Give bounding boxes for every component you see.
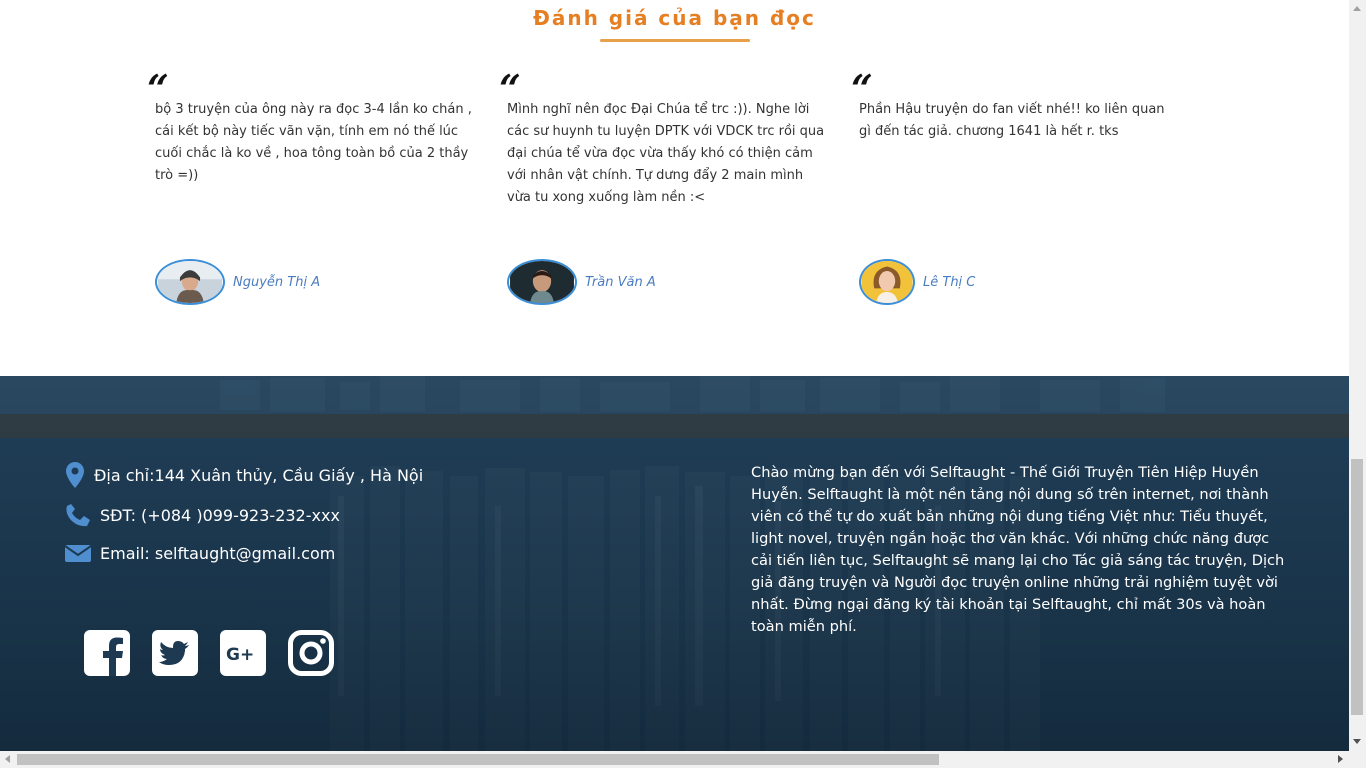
scroll-right-icon[interactable] bbox=[1338, 755, 1343, 763]
horizontal-scroll-thumb[interactable] bbox=[17, 754, 939, 765]
review-card: “ Phần Hậu truyện do fan viết nhé!! ko l… bbox=[851, 70, 1189, 316]
phone-icon bbox=[64, 502, 92, 528]
reviewer: Lê Thị C bbox=[859, 257, 975, 307]
scroll-down-icon[interactable] bbox=[1353, 739, 1361, 744]
twitter-icon[interactable] bbox=[152, 630, 198, 676]
reviewer: Trần Văn A bbox=[507, 257, 656, 307]
review-text: Phần Hậu truyện do fan viết nhé!! ko liê… bbox=[859, 102, 1165, 139]
avatar bbox=[155, 259, 225, 305]
google-plus-icon[interactable]: G+ bbox=[220, 630, 266, 676]
phone-text: SĐT: (+084 )099-923-232-xxx bbox=[100, 505, 340, 525]
contact-email: Email: selftaught@gmail.com bbox=[64, 540, 335, 566]
contact-phone: SĐT: (+084 )099-923-232-xxx bbox=[64, 502, 340, 528]
horizontal-scrollbar[interactable] bbox=[0, 751, 1349, 768]
envelope-icon bbox=[64, 540, 92, 566]
vertical-scrollbar[interactable] bbox=[1349, 0, 1366, 768]
reviewer-name[interactable]: Nguyễn Thị A bbox=[233, 275, 320, 290]
reviewer: Nguyễn Thị A bbox=[155, 257, 320, 307]
reviewer-name[interactable]: Lê Thị C bbox=[923, 275, 975, 290]
address-text: Địa chỉ:144 Xuân thủy, Cầu Giấy , Hà Nội bbox=[94, 465, 424, 485]
review-text: Mình nghĩ nên đọc Đại Chúa tể trc :)). N… bbox=[507, 102, 825, 205]
facebook-icon[interactable] bbox=[84, 630, 130, 676]
vertical-scroll-thumb[interactable] bbox=[1351, 459, 1363, 715]
review-card: “ bộ 3 truyện của ông này ra đọc 3-4 lần… bbox=[147, 70, 485, 316]
svg-text:G+: G+ bbox=[226, 645, 254, 665]
review-card: “ Mình nghĩ nên đọc Đại Chúa tể trc :)).… bbox=[499, 70, 837, 316]
review-text: bộ 3 truyện của ông này ra đọc 3-4 lần k… bbox=[155, 102, 472, 183]
map-marker-icon bbox=[64, 462, 86, 488]
title-underline bbox=[600, 39, 750, 42]
section-title: Đánh giá của bạn đọc bbox=[533, 6, 816, 30]
avatar bbox=[507, 259, 577, 305]
scroll-left-icon[interactable] bbox=[5, 755, 10, 763]
reviews-section: Đánh giá của bạn đọc “ bộ 3 truyện của ô… bbox=[0, 0, 1349, 376]
scroll-up-icon[interactable] bbox=[1353, 6, 1361, 11]
email-text: Email: selftaught@gmail.com bbox=[100, 543, 336, 563]
about-text: Chào mừng bạn đến với Selftaught - Thế G… bbox=[751, 464, 1285, 635]
footer: Địa chỉ:144 Xuân thủy, Cầu Giấy , Hà Nội… bbox=[0, 376, 1349, 751]
reviewer-name[interactable]: Trần Văn A bbox=[585, 275, 656, 290]
avatar bbox=[859, 259, 915, 305]
contact-address: Địa chỉ:144 Xuân thủy, Cầu Giấy , Hà Nội bbox=[64, 462, 423, 488]
instagram-icon[interactable] bbox=[288, 630, 334, 676]
